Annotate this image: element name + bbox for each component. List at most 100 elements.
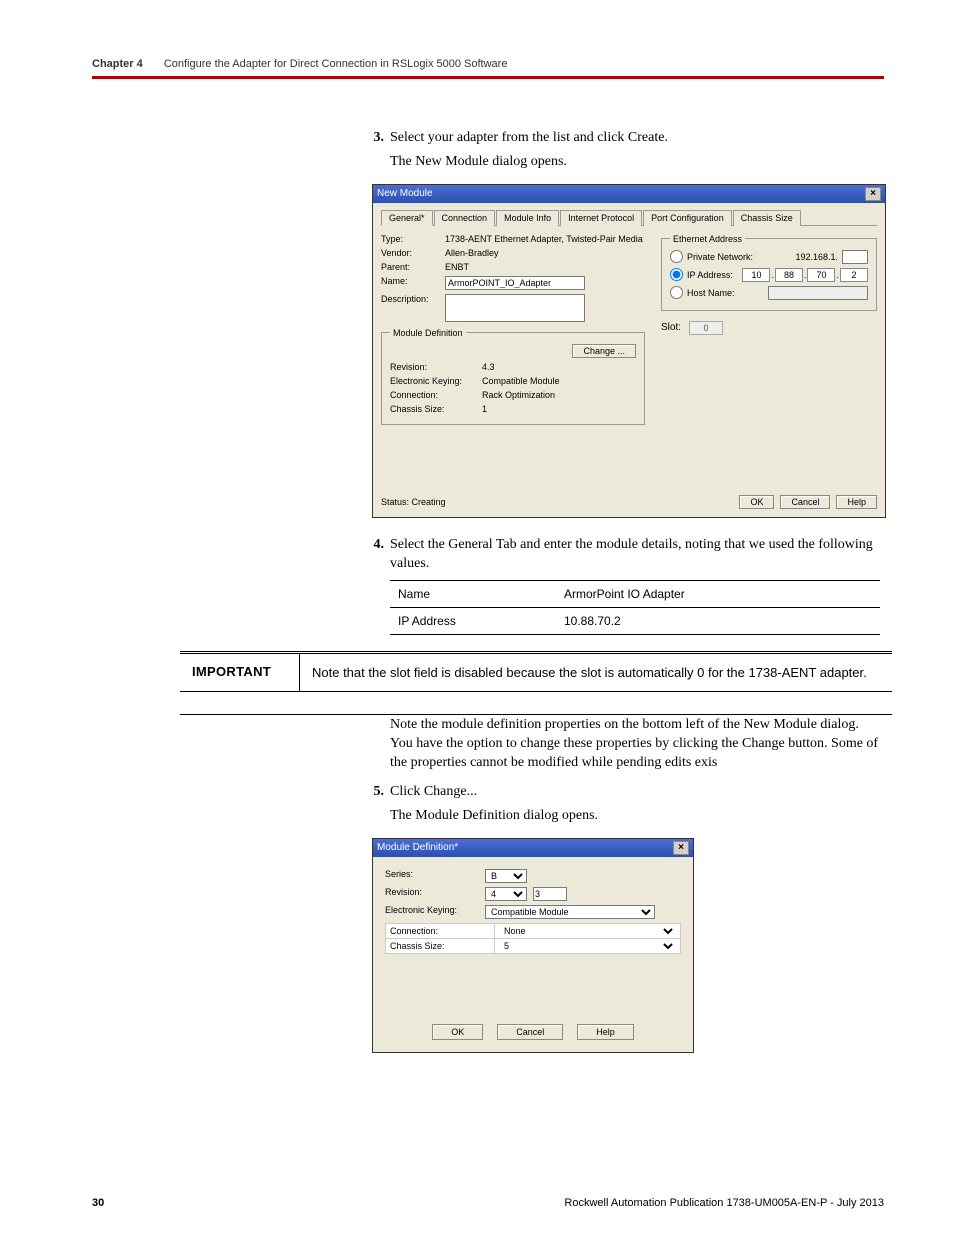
ip-address-label: IP Address:	[687, 270, 733, 280]
module-definition-dialog: Module Definition* × Series: B Revision:…	[372, 838, 694, 1053]
publication-id: Rockwell Automation Publication 1738-UM0…	[564, 1197, 884, 1209]
series-label: Series:	[385, 869, 485, 879]
connection-label: Connection:	[390, 390, 482, 400]
host-name-radio[interactable]	[670, 286, 683, 299]
details-table: Name ArmorPoint IO Adapter IP Address 10…	[390, 580, 880, 635]
dialog-title: New Module	[377, 188, 433, 199]
ip-oct-3[interactable]	[807, 268, 835, 282]
step-text: Select the General Tab and enter the mod…	[390, 536, 882, 574]
step-text: Click Change...	[390, 783, 882, 802]
ip-oct-1[interactable]	[742, 268, 770, 282]
ok-button[interactable]: OK	[432, 1024, 483, 1040]
slot-value	[689, 321, 723, 335]
step-text: Select your adapter from the list and cl…	[390, 129, 882, 148]
ip-cell: 10.88.70.2	[556, 607, 880, 634]
body-paragraph: Note the module definition properties on…	[390, 716, 882, 773]
chassis-size-label: Chassis Size:	[390, 404, 482, 414]
rev-minor-input[interactable]	[533, 887, 567, 901]
parent-label: Parent:	[381, 262, 445, 272]
type-label: Type:	[381, 234, 445, 244]
connection-grid: Connection: None Chassis Size: 5	[385, 923, 681, 954]
tab-internet-protocol[interactable]: Internet Protocol	[560, 210, 642, 226]
slot-label: Slot:	[661, 322, 681, 333]
running-head: Chapter 4 Configure the Adapter for Dire…	[92, 58, 884, 70]
ethernet-address-legend: Ethernet Address	[670, 234, 745, 244]
cancel-button[interactable]: Cancel	[497, 1024, 563, 1040]
ip-address-radio[interactable]	[670, 268, 683, 281]
table-row: Connection: None	[386, 923, 681, 938]
description-label: Description:	[381, 294, 445, 304]
host-name-label: Host Name:	[687, 288, 735, 298]
name-cell: ArmorPoint IO Adapter	[556, 580, 880, 607]
important-rule-top	[180, 651, 892, 652]
close-icon[interactable]: ×	[865, 187, 881, 201]
help-button[interactable]: Help	[577, 1024, 634, 1040]
elec-keying-value: Compatible Module	[482, 376, 636, 386]
dialog-titlebar: Module Definition* ×	[373, 839, 693, 857]
page-footer: 30 Rockwell Automation Publication 1738-…	[92, 1197, 884, 1209]
private-network-radio[interactable]	[670, 250, 683, 263]
change-button[interactable]: Change ...	[572, 344, 636, 358]
name-header: Name	[390, 580, 556, 607]
tab-general[interactable]: General*	[381, 210, 433, 226]
description-input[interactable]	[445, 294, 585, 322]
new-module-dialog: New Module × General* Connection Module …	[372, 184, 886, 518]
ip-address-field: . . .	[742, 268, 868, 282]
chassis-size-label: Chassis Size:	[386, 938, 495, 953]
connection-label: Connection:	[386, 923, 495, 938]
ip-oct-2[interactable]	[775, 268, 803, 282]
page-number: 30	[92, 1197, 104, 1209]
important-note: IMPORTANT Note that the slot field is di…	[180, 653, 892, 693]
private-network-label: Private Network:	[687, 252, 753, 262]
elec-keying-label: Electronic Keying:	[385, 905, 485, 915]
ok-button[interactable]: OK	[739, 495, 774, 509]
cancel-button[interactable]: Cancel	[780, 495, 830, 509]
chassis-size-select[interactable]: 5	[499, 940, 676, 952]
help-button[interactable]: Help	[836, 495, 877, 509]
revision-label: Revision:	[385, 887, 485, 897]
tab-connection[interactable]: Connection	[434, 210, 496, 226]
step-5-sub: The Module Definition dialog opens.	[390, 808, 882, 824]
vendor-value: Allen-Bradley	[445, 248, 645, 258]
step-number: 5.	[362, 783, 384, 802]
important-label: IMPORTANT	[180, 654, 300, 692]
step-3-sub: The New Module dialog opens.	[390, 154, 882, 170]
step-number: 4.	[362, 536, 384, 574]
rev-major-select[interactable]: 4	[485, 887, 527, 901]
close-icon[interactable]: ×	[673, 841, 689, 855]
module-definition-group: Module Definition Change ... Revision:4.…	[381, 328, 645, 425]
host-name-input	[768, 286, 868, 300]
important-text: Note that the slot field is disabled bec…	[300, 654, 879, 692]
type-value: 1738-AENT Ethernet Adapter, Twisted-Pair…	[445, 234, 645, 244]
tab-chassis-size[interactable]: Chassis Size	[733, 210, 801, 226]
step-5: 5. Click Change...	[362, 783, 882, 802]
name-input[interactable]	[445, 276, 585, 290]
status-text: Status: Creating	[381, 497, 446, 507]
dialog-tabs: General* Connection Module Info Internet…	[381, 209, 877, 226]
private-network-octet[interactable]	[842, 250, 868, 264]
vendor-label: Vendor:	[381, 248, 445, 258]
important-rule-bottom	[180, 714, 892, 715]
ip-header: IP Address	[390, 607, 556, 634]
table-row: Chassis Size: 5	[386, 938, 681, 953]
ethernet-address-group: Ethernet Address Private Network: 192.16…	[661, 234, 877, 311]
parent-value: ENBT	[445, 262, 645, 272]
revision-value: 4.3	[482, 362, 636, 372]
connection-select[interactable]: None	[499, 925, 676, 937]
header-rule	[92, 76, 884, 79]
name-label: Name:	[381, 276, 445, 286]
table-row: IP Address 10.88.70.2	[390, 607, 880, 634]
ip-oct-4[interactable]	[840, 268, 868, 282]
module-definition-legend: Module Definition	[390, 328, 466, 338]
series-select[interactable]: B	[485, 869, 527, 883]
chassis-size-value: 1	[482, 404, 636, 414]
dialog-title: Module Definition*	[377, 842, 458, 853]
connection-value: Rack Optimization	[482, 390, 636, 400]
table-row: Name ArmorPoint IO Adapter	[390, 580, 880, 607]
step-3: 3. Select your adapter from the list and…	[362, 129, 882, 148]
revision-label: Revision:	[390, 362, 482, 372]
tab-port-config[interactable]: Port Configuration	[643, 210, 732, 226]
chapter-title: Configure the Adapter for Direct Connect…	[164, 58, 508, 70]
elec-keying-select[interactable]: Compatible Module	[485, 905, 655, 919]
tab-module-info[interactable]: Module Info	[496, 210, 559, 226]
